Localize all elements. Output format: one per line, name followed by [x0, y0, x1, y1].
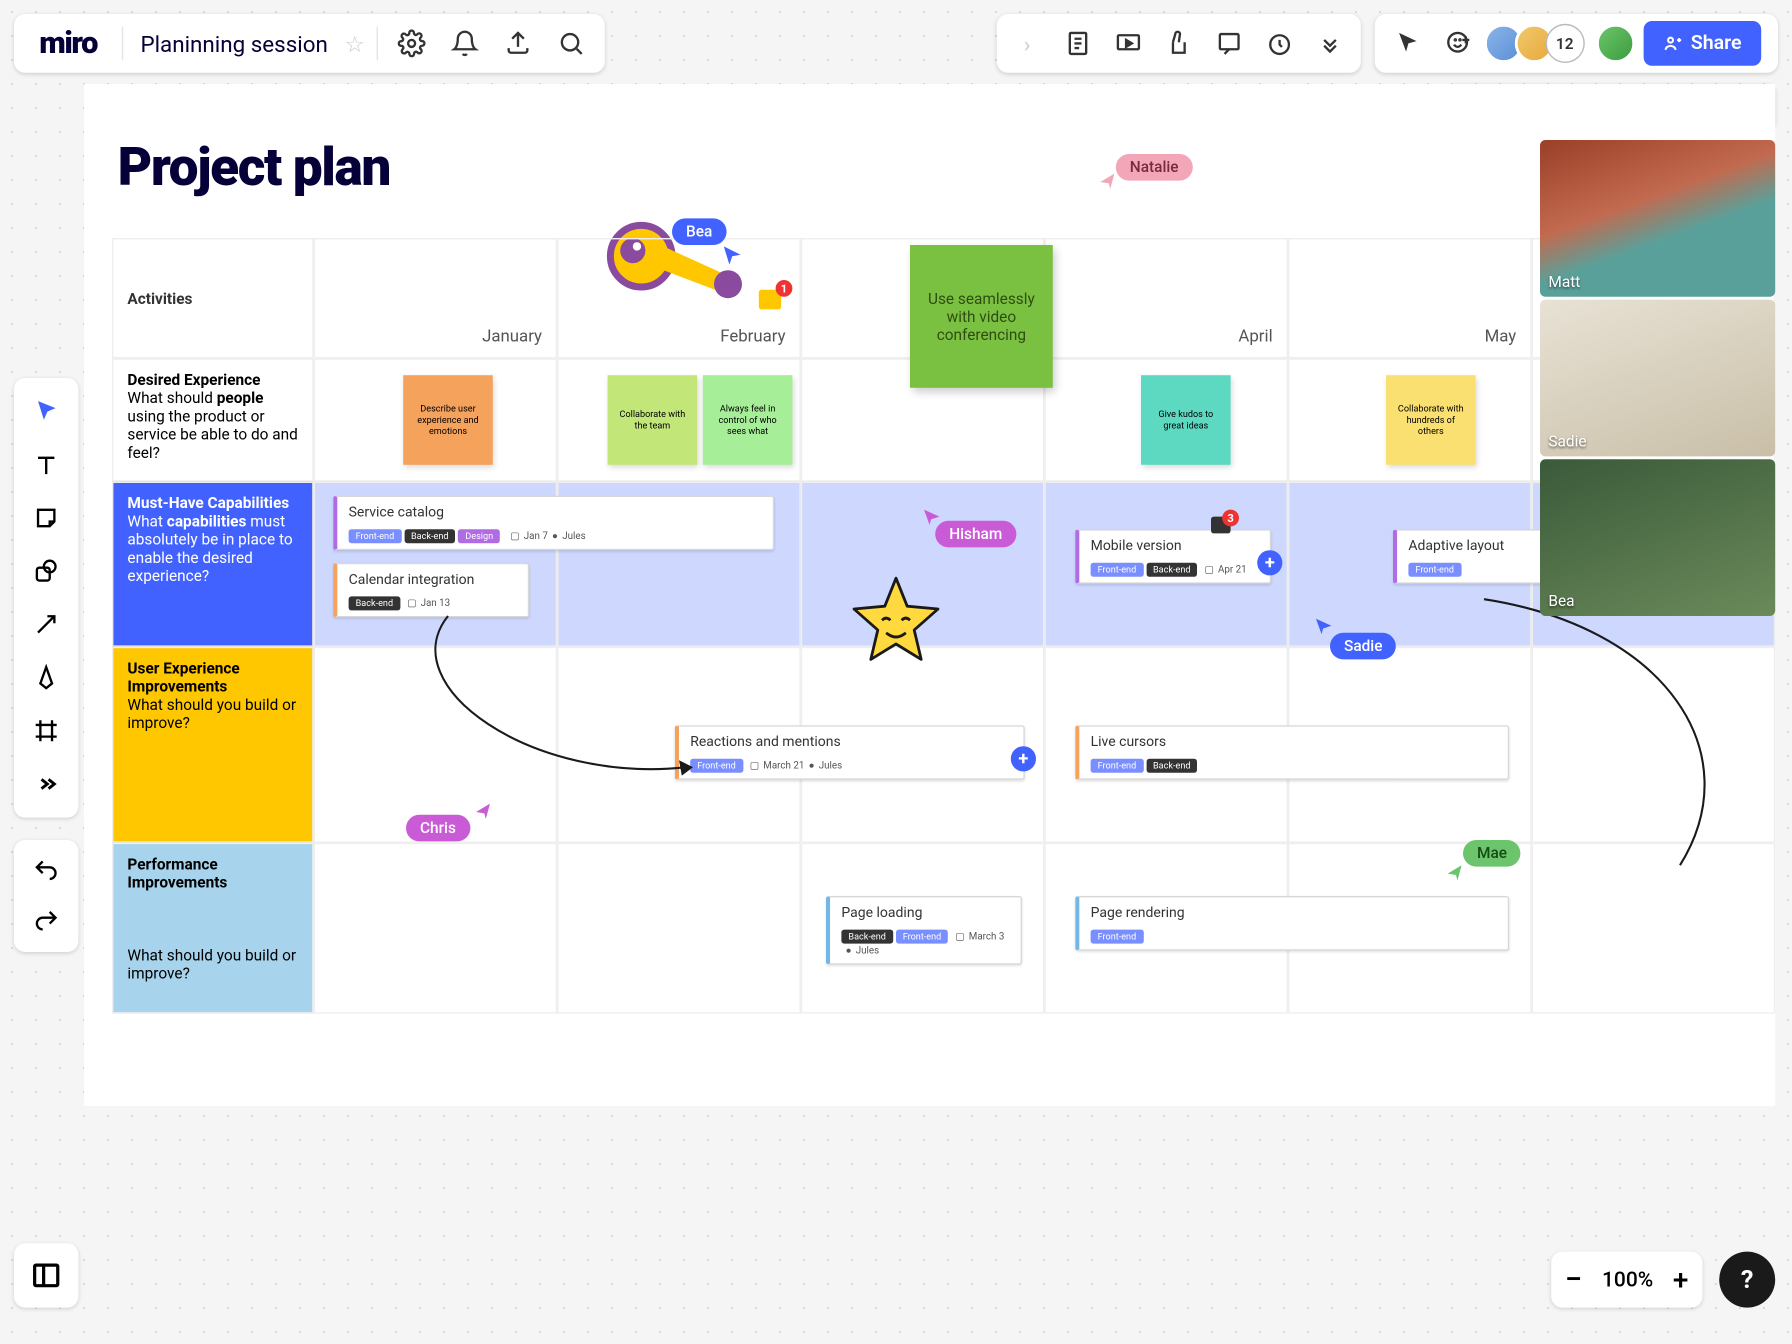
cursor-hisham: Hisham: [935, 521, 1016, 548]
card-mobile-version[interactable]: Mobile version Front-endBack-end▢ Apr 21…: [1075, 529, 1271, 584]
timer-icon[interactable]: [1254, 18, 1304, 68]
cursor-bea: Bea: [672, 218, 726, 245]
board-name[interactable]: Planinning session: [124, 30, 345, 57]
collab-toolbar: 12 Share: [1374, 14, 1778, 73]
card-service-catalog[interactable]: Service catalog Front-endBack-endDesign …: [333, 496, 774, 551]
video-tile[interactable]: Bea: [1540, 459, 1775, 616]
sticky-note-large[interactable]: Use seamlessly with video conferencing: [910, 245, 1053, 388]
row-perf-head: Performance Improvements What should you…: [112, 843, 314, 1014]
cursor-icon[interactable]: [1383, 18, 1433, 68]
miro-logo[interactable]: miro: [14, 26, 122, 61]
video-tile[interactable]: Sadie: [1540, 300, 1775, 457]
cursor-mae: Mae: [1463, 840, 1521, 867]
comment-icon[interactable]: [1204, 18, 1254, 68]
star-sticker: [847, 571, 945, 669]
cursor-sadie: Sadie: [1330, 633, 1396, 660]
share-button[interactable]: Share: [1643, 21, 1761, 66]
more-tools[interactable]: [21, 759, 71, 809]
undo-redo: [14, 840, 78, 952]
help-button[interactable]: ?: [1719, 1252, 1775, 1308]
shape-tool[interactable]: [21, 546, 71, 596]
pen-tool[interactable]: [21, 652, 71, 702]
present-icon[interactable]: [1103, 18, 1153, 68]
row-activities-head: Activities: [112, 238, 314, 358]
month-cell: January: [314, 238, 558, 358]
zoom-out-button[interactable]: −: [1565, 1262, 1582, 1297]
board-header: miro Planinning session ☆: [14, 14, 604, 73]
board-canvas[interactable]: Project plan Activities January February…: [84, 84, 1775, 1106]
vote-icon[interactable]: [1153, 18, 1203, 68]
sticky-note[interactable]: Collaborate with hundreds of others: [1386, 375, 1476, 465]
add-icon[interactable]: +: [1257, 550, 1282, 575]
card-calendar-integration[interactable]: Calendar integration Back-end▢ Jan 13: [333, 563, 529, 618]
settings-icon[interactable]: [386, 18, 436, 68]
card-adaptive-layout[interactable]: Adaptive layout Front-end: [1393, 529, 1564, 584]
month-cell: April: [1045, 238, 1289, 358]
arrow-tool[interactable]: [21, 599, 71, 649]
board-title: Project plan: [118, 137, 390, 199]
collaborator-avatars[interactable]: 12: [1484, 24, 1585, 63]
reactions-icon[interactable]: [1433, 18, 1483, 68]
row-ux-head: User Experience Improvements What should…: [112, 647, 314, 843]
sticky-note[interactable]: Collaborate with the team: [608, 375, 698, 465]
row-experience-head: Desired Experience What should people us…: [112, 358, 314, 481]
notification-badge: 3: [1222, 510, 1239, 527]
cursor-natalie: Natalie: [1116, 154, 1193, 181]
cursor-chris: Chris: [406, 815, 470, 842]
overflow-count[interactable]: 12: [1545, 24, 1584, 63]
expand-icon[interactable]: ›: [1002, 18, 1052, 68]
my-avatar[interactable]: [1596, 24, 1635, 63]
search-icon[interactable]: [545, 18, 595, 68]
export-icon[interactable]: [492, 18, 542, 68]
more-apps-icon[interactable]: [1304, 18, 1354, 68]
month-cell: May: [1288, 238, 1532, 358]
tool-rail: [14, 378, 78, 818]
frame-tool[interactable]: [21, 706, 71, 756]
row-must-head: Must-Have Capabilities What capabilities…: [112, 482, 314, 647]
video-tile[interactable]: Matt: [1540, 140, 1775, 297]
card-reactions-mentions[interactable]: Reactions and mentions Front-end▢ March …: [675, 725, 1025, 780]
star-icon[interactable]: ☆: [345, 30, 376, 57]
zoom-controls: − 100% +: [1551, 1252, 1702, 1308]
card-page-loading[interactable]: Page loading Back-endFront-end▢ March 3●…: [826, 896, 1022, 965]
add-icon[interactable]: +: [1011, 746, 1036, 771]
redo-button[interactable]: [21, 896, 71, 946]
text-tool[interactable]: [21, 440, 71, 490]
video-grid: Matt Sadie Bea: [1540, 140, 1775, 616]
sticky-note[interactable]: Always feel in control of who sees what: [703, 375, 793, 465]
select-tool[interactable]: [21, 386, 71, 436]
sticky-note[interactable]: Describe user experience and emotions: [403, 375, 493, 465]
bell-icon[interactable]: [439, 18, 489, 68]
zoom-level[interactable]: 100%: [1602, 1267, 1653, 1292]
sticky-tool[interactable]: [21, 493, 71, 543]
notification-badge: 1: [776, 280, 793, 297]
card-page-rendering[interactable]: Page rendering Front-end: [1075, 896, 1509, 951]
sticky-note[interactable]: Give kudos to great ideas: [1141, 375, 1231, 465]
card-live-cursors[interactable]: Live cursors Front-endBack-end: [1075, 725, 1509, 780]
apps-toolbar: ›: [996, 14, 1360, 73]
minimap-button[interactable]: [14, 1243, 78, 1307]
notes-icon[interactable]: [1052, 18, 1102, 68]
undo-button[interactable]: [21, 846, 71, 896]
zoom-in-button[interactable]: +: [1673, 1263, 1689, 1297]
